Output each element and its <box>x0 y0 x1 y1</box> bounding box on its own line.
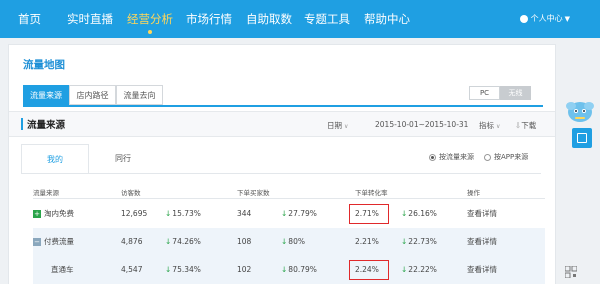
source-cell[interactable]: + 淘内免费 <box>33 200 74 228</box>
nav-item-business-analysis[interactable]: 经营分析 <box>127 0 173 38</box>
device-pc-button[interactable]: PC <box>469 86 500 100</box>
column-header-buyers: 下单买家数 <box>237 189 270 197</box>
column-header-source: 流量来源 <box>33 189 59 197</box>
tabs-underline <box>23 105 543 107</box>
nav-item-market[interactable]: 市场行情 <box>186 0 232 38</box>
view-details-link[interactable]: 查看详情 <box>467 256 497 284</box>
nav-item-help[interactable]: 帮助中心 <box>364 0 410 38</box>
down-arrow-icon: ↓ <box>281 265 288 274</box>
radio-label: 按APP来源 <box>494 153 529 161</box>
down-arrow-icon: ↓ <box>165 209 172 218</box>
section-title-marker <box>21 118 23 130</box>
source-name: 淘内免费 <box>44 209 74 218</box>
visitors-change: ↓15.73% <box>165 200 201 228</box>
metric-selector-label: 指标 <box>479 121 494 130</box>
view-details-link[interactable]: 查看详情 <box>467 228 497 256</box>
device-wireless-button[interactable]: 无线 <box>500 86 531 100</box>
metric-selector[interactable]: 指标 ∨ <box>479 120 500 131</box>
main-panel: 流量地图 流量来源 店内路径 流量去向 PC 无线 流量来源 日期 ∨ 2015-… <box>8 44 556 284</box>
conversion-value: 2.24% <box>355 265 379 274</box>
buyers-value: 102 <box>237 265 252 274</box>
conversion-change-value: 22.22% <box>408 265 437 274</box>
date-filter-label: 日期 <box>327 121 342 130</box>
buyers-change: ↓80% <box>281 228 305 256</box>
buyers-change-value: 80.79% <box>288 265 317 274</box>
table-header-divider <box>33 198 545 199</box>
down-arrow-icon: ↓ <box>281 209 288 218</box>
visitors-value: 4,876 <box>121 237 143 246</box>
visitors-change-value: 75.34% <box>172 265 201 274</box>
download-button[interactable]: ⇩下载 <box>515 120 536 131</box>
buyers-change: ↓27.79% <box>281 200 317 228</box>
conversion-change-value: 22.73% <box>408 237 437 246</box>
conversion-change: ↓22.22% <box>401 256 437 284</box>
table-row: − 付费流量 4,876 ↓74.26% 108 ↓80% 2.21% ↓22.7… <box>33 228 545 256</box>
column-header-visitors: 访客数 <box>121 189 141 197</box>
section-title: 流量来源 <box>27 120 66 131</box>
buyers-value: 108 <box>237 237 252 246</box>
conversion-change: ↓22.73% <box>401 228 437 256</box>
page-title: 流量地图 <box>23 59 65 71</box>
conversion-change: ↓26.16% <box>401 200 437 228</box>
download-label: 下载 <box>521 121 537 130</box>
buyers-change: ↓80.79% <box>281 256 317 284</box>
visitors-value: 4,547 <box>121 265 143 274</box>
visitors-change-value: 15.73% <box>172 209 201 218</box>
down-arrow-icon: ↓ <box>401 237 408 246</box>
chevron-down-icon: ∨ <box>344 123 349 130</box>
source-name: 付费流量 <box>44 237 74 246</box>
radio-by-app-source[interactable]: 按APP来源 <box>484 152 528 162</box>
user-icon <box>519 14 528 23</box>
visitors-change: ↓74.26% <box>165 228 201 256</box>
mascot-icon[interactable] <box>565 96 595 126</box>
radio-unselected-icon <box>484 153 491 161</box>
down-arrow-icon: ↓ <box>281 237 288 246</box>
conversion-value: 2.21% <box>355 237 379 246</box>
user-menu[interactable]: 个人中心 ▼ <box>519 0 570 38</box>
tab-peers[interactable]: 同行 <box>89 144 157 174</box>
visitors-change: ↓75.34% <box>165 256 201 284</box>
buyers-change-value: 27.79% <box>288 209 317 218</box>
down-arrow-icon: ↓ <box>401 209 408 218</box>
nav-item-live[interactable]: 实时直播 <box>67 0 113 38</box>
visitors-change-value: 74.26% <box>172 237 201 246</box>
table-row: + 淘内免费 12,695 ↓15.73% 344 ↓27.79% 2.71% ↓… <box>33 200 545 228</box>
tab-mine[interactable]: 我的 <box>21 144 89 174</box>
nav-item-tools[interactable]: 专题工具 <box>304 0 350 38</box>
buyers-change-value: 80% <box>288 237 305 246</box>
top-nav: 首页 实时直播 经营分析 市场行情 自助取数 专题工具 帮助中心 个人中心 ▼ <box>0 0 600 38</box>
expand-plus-icon[interactable]: + <box>33 210 41 218</box>
table-row: 直通车 4,547 ↓75.34% 102 ↓80.79% 2.24% ↓22.… <box>33 256 545 284</box>
chevron-down-icon: ∨ <box>496 123 501 130</box>
tab-traffic-source[interactable]: 流量来源 <box>23 85 69 105</box>
user-menu-label: 个人中心 <box>530 14 563 23</box>
visitors-value: 12,695 <box>121 209 148 218</box>
radio-selected-icon <box>429 153 436 161</box>
source-name: 直通车 <box>51 265 74 274</box>
inner-tabs-divider <box>21 173 541 174</box>
down-arrow-icon: ↓ <box>165 237 172 246</box>
view-details-link[interactable]: 查看详情 <box>467 200 497 228</box>
section-header <box>9 111 555 137</box>
date-range: 2015-10-01~2015-10-31 <box>375 120 469 129</box>
column-header-action: 操作 <box>467 189 480 197</box>
radio-label: 按流量来源 <box>439 153 474 161</box>
chevron-down-icon: ▼ <box>564 15 570 23</box>
conversion-value: 2.71% <box>355 209 379 218</box>
feedback-button[interactable] <box>572 128 592 148</box>
source-cell[interactable]: − 付费流量 <box>33 228 74 256</box>
conversion-change-value: 26.16% <box>408 209 437 218</box>
tab-traffic-destination[interactable]: 流量去向 <box>116 85 163 105</box>
date-filter[interactable]: 日期 ∨ <box>327 120 348 131</box>
nav-item-self-service[interactable]: 自助取数 <box>246 0 292 38</box>
radio-by-traffic-source[interactable]: 按流量来源 <box>429 152 474 162</box>
down-arrow-icon: ↓ <box>401 265 408 274</box>
qr-code-icon[interactable] <box>565 266 577 278</box>
nav-item-home[interactable]: 首页 <box>18 0 41 38</box>
buyers-value: 344 <box>237 209 252 218</box>
column-header-conversion: 下单转化率 <box>355 189 388 197</box>
down-arrow-icon: ↓ <box>165 265 172 274</box>
collapse-minus-icon[interactable]: − <box>33 238 41 246</box>
tab-store-path[interactable]: 店内路径 <box>69 85 116 105</box>
